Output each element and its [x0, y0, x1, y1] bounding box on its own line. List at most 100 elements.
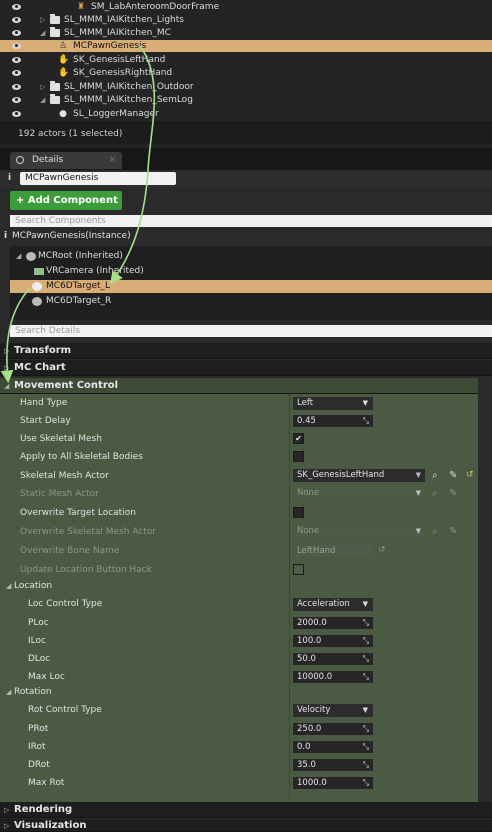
component-label: MC6DTarget_L [46, 281, 111, 291]
loc-control-type-combo[interactable]: Acceleration ▼ [293, 598, 373, 611]
eye-icon[interactable] [12, 30, 21, 36]
category-rendering[interactable]: ▷ Rendering [0, 802, 492, 818]
overwrite-target-location-checkbox[interactable] [293, 507, 304, 518]
expand-arrow-icon[interactable]: ▷ [40, 14, 45, 26]
dloc-field[interactable]: 50.0 ⤡ [293, 653, 373, 665]
use-skeletal-mesh-checkbox[interactable]: ✔ [293, 433, 304, 444]
static-mesh-actor-combo[interactable]: None ▼ [293, 487, 425, 500]
eye-icon[interactable] [12, 43, 21, 49]
eye-icon[interactable] [12, 4, 21, 10]
outliner-row[interactable]: ◢ SL_MMM_IAIKitchen_MC [0, 27, 492, 39]
subcategory-rotation[interactable]: ◢ Rotation [0, 684, 478, 700]
eye-icon[interactable] [12, 57, 21, 63]
property-label: PRot [28, 724, 49, 734]
spinner-icon[interactable]: ⤡ [363, 741, 369, 753]
irot-field[interactable]: 0.0 ⤡ [293, 741, 373, 753]
expand-arrow-icon[interactable]: ▷ [40, 81, 45, 93]
hand-type-combo[interactable]: Left ▼ [293, 397, 373, 410]
outliner-row[interactable]: ▷ SL_MMM_IAIKitchen_Outdoor [0, 81, 492, 93]
iloc-field[interactable]: 100.0 ⤡ [293, 635, 373, 647]
spinner-icon[interactable]: ⤡ [363, 723, 369, 735]
ploc-field[interactable]: 2000.0 ⤡ [293, 617, 373, 629]
spinner-icon[interactable]: ⤡ [363, 653, 369, 665]
property-label: PLoc [28, 618, 49, 628]
eye-icon[interactable] [12, 111, 21, 117]
property-ploc: PLoc 2000.0 ⤡ [0, 614, 478, 632]
apply-all-bodies-checkbox[interactable] [293, 451, 304, 462]
category-label: Rendering [14, 804, 73, 815]
eye-icon[interactable] [12, 97, 21, 103]
spinner-icon[interactable]: ⤡ [363, 635, 369, 647]
search-components-input[interactable]: Search Components [10, 215, 492, 227]
category-transform[interactable]: ▷ Transform [0, 343, 492, 359]
folder-icon [50, 81, 60, 91]
component-row[interactable]: VRCamera (Inherited) [10, 265, 492, 278]
overwrite-skeletal-mesh-actor-combo[interactable]: None ▼ [293, 525, 425, 538]
collapse-arrow-icon: ◢ [6, 582, 12, 590]
spinner-icon[interactable]: ⤡ [363, 777, 369, 789]
outliner-row-selected[interactable]: ♙ MCPawnGenesis [0, 40, 492, 52]
spinner-icon[interactable]: ⤡ [363, 415, 369, 427]
actor-count: 192 actors (1 selected) [0, 122, 492, 144]
property-max-rot: Max Rot 1000.0 ⤡ [0, 774, 478, 792]
spinner-icon[interactable]: ⤡ [363, 671, 369, 683]
eyedropper-icon[interactable]: ✎ [449, 487, 457, 500]
tab-details[interactable]: Details × [10, 152, 122, 169]
outliner-row[interactable]: ● SL_LoggerManager [0, 108, 492, 120]
spinner-icon[interactable]: ⤡ [363, 759, 369, 771]
browse-icon[interactable]: ⌕ [432, 469, 438, 482]
outliner-row-label: SL_LoggerManager [73, 109, 159, 119]
browse-icon[interactable]: ⌕ [432, 525, 438, 538]
category-mc-chart[interactable]: ▷ MC Chart [0, 360, 492, 376]
numeric-value: 250.0 [297, 724, 322, 734]
drot-field[interactable]: 35.0 ⤡ [293, 759, 373, 771]
category-label: Movement Control [14, 380, 119, 391]
rot-control-type-combo[interactable]: Velocity ▼ [293, 704, 373, 717]
component-label: VRCamera (Inherited) [46, 266, 144, 276]
component-row-selected[interactable]: MC6DTarget_L [10, 280, 492, 293]
reset-icon[interactable]: ↺ [378, 544, 386, 557]
update-location-hack-checkbox[interactable] [293, 564, 304, 575]
max-loc-field[interactable]: 10000.0 ⤡ [293, 671, 373, 683]
component-row[interactable]: ◢ MCRoot (Inherited) [10, 250, 492, 263]
eye-icon[interactable] [12, 70, 21, 76]
outliner-row[interactable]: ♜ SM_LabAnteroomDoorFrame [0, 1, 492, 13]
eyedropper-icon[interactable]: ✎ [449, 525, 457, 538]
overwrite-bone-name-field[interactable]: LeftHand [293, 545, 373, 557]
max-rot-field[interactable]: 1000.0 ⤡ [293, 777, 373, 789]
chevron-down-icon: ▼ [362, 706, 368, 714]
actor-name-field[interactable]: MCPawnGenesis [20, 172, 176, 185]
reset-icon[interactable]: ↺ [466, 469, 474, 482]
component-row[interactable]: MC6DTarget_R [10, 295, 492, 308]
outliner-row[interactable]: ✋ SK_GenesisRightHand [0, 67, 492, 79]
close-icon[interactable]: × [108, 152, 116, 169]
collapse-arrow-icon[interactable]: ◢ [16, 250, 21, 263]
instance-row[interactable]: i MCPawnGenesis(Instance) [0, 229, 492, 243]
outliner-row[interactable]: ▷ SL_MMM_IAIKitchen_Lights [0, 14, 492, 26]
expand-arrow-icon: ▷ [4, 364, 10, 372]
outliner-row[interactable]: ◢ SL_MMM_IAIKitchen_SemLog [0, 94, 492, 106]
property-static-mesh-actor: Static Mesh Actor None ▼ ⌕ ✎ [0, 485, 478, 503]
chevron-down-icon: ▼ [415, 471, 421, 479]
eyedropper-icon[interactable]: ✎ [449, 469, 457, 482]
collapse-arrow-icon[interactable]: ◢ [40, 94, 45, 106]
collapse-arrow-icon[interactable]: ◢ [40, 27, 45, 39]
category-movement-control[interactable]: ◢ Movement Control [0, 378, 478, 394]
outliner-row[interactable]: ✋ SK_GenesisLeftHand [0, 54, 492, 66]
prot-field[interactable]: 250.0 ⤡ [293, 723, 373, 735]
world-outliner: ♜ SM_LabAnteroomDoorFrame ▷ SL_MMM_IAIKi… [0, 0, 492, 148]
add-component-button[interactable]: + Add Component ▾ [10, 191, 122, 225]
combo-value: None [297, 526, 320, 536]
browse-icon[interactable]: ⌕ [432, 487, 438, 500]
scene-component-icon [32, 297, 42, 306]
property-label: Rot Control Type [28, 705, 102, 715]
eye-icon[interactable] [12, 84, 21, 90]
start-delay-field[interactable]: 0.45 ⤡ [293, 415, 373, 427]
subcategory-location[interactable]: ◢ Location [0, 578, 478, 594]
skeletal-mesh-actor-combo[interactable]: SK_GenesisLeftHand ▼ [293, 469, 425, 482]
category-visualization[interactable]: ▷ Visualization [0, 819, 492, 832]
spinner-icon[interactable]: ⤡ [363, 617, 369, 629]
eye-icon[interactable] [12, 17, 21, 23]
property-prot: PRot 250.0 ⤡ [0, 720, 478, 738]
search-details-input[interactable]: Search Details [10, 325, 492, 337]
